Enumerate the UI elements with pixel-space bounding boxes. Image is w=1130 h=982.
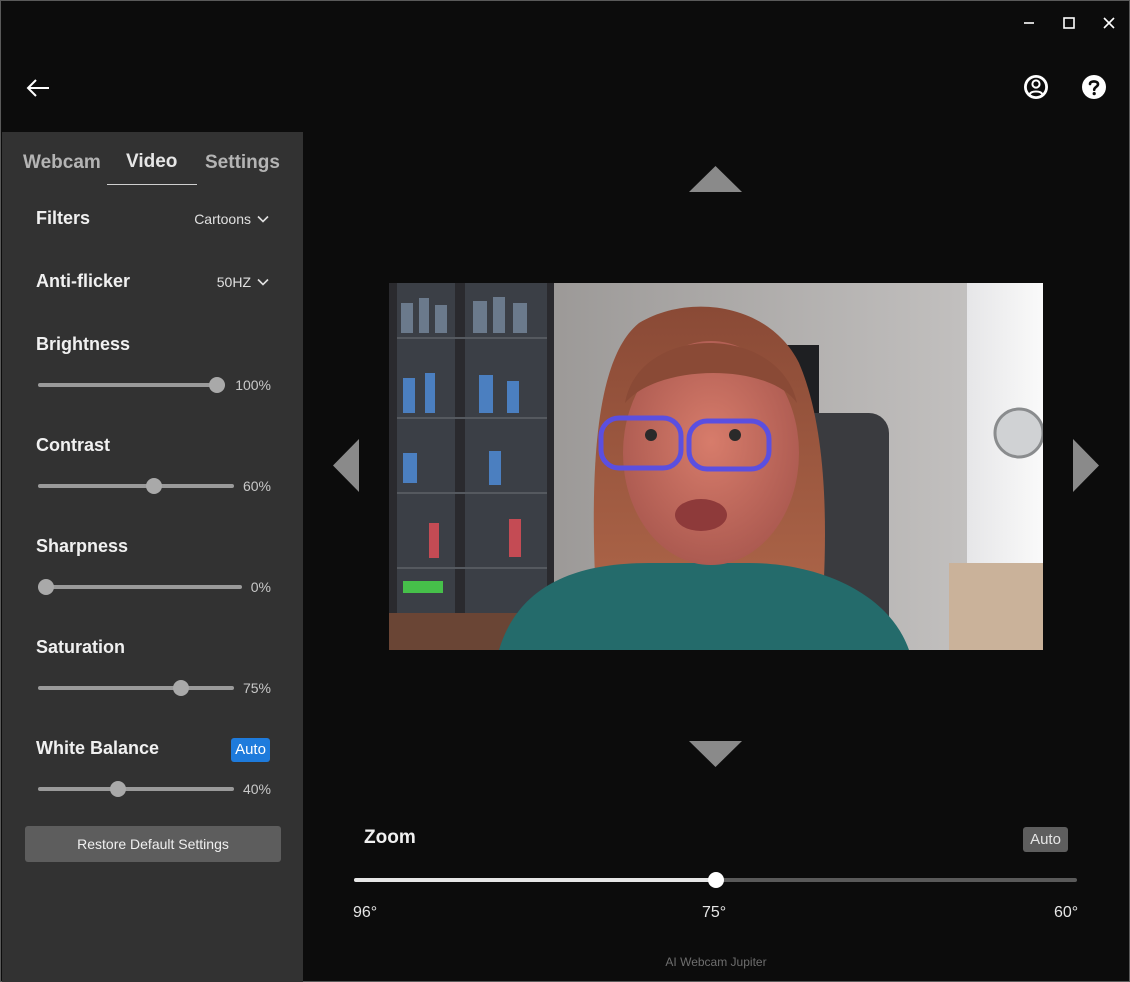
slider-thumb[interactable] <box>110 781 126 797</box>
anti-flicker-dropdown[interactable]: 50HZ <box>217 274 269 290</box>
close-button[interactable] <box>1097 11 1121 35</box>
anti-flicker-label: Anti-flicker <box>36 271 131 291</box>
pan-left-button[interactable] <box>333 439 359 497</box>
sharpness-slider[interactable] <box>38 579 242 595</box>
chevron-down-icon <box>257 278 269 286</box>
slider-track <box>38 484 234 488</box>
zoom-tick-mid: 75° <box>702 904 727 921</box>
zoom-tick-wide: 96° <box>353 904 378 921</box>
account-button[interactable] <box>1022 73 1050 101</box>
zoom-tick-narrow: 60° <box>1054 904 1079 921</box>
contrast-slider[interactable] <box>38 478 234 494</box>
back-button[interactable] <box>23 75 53 101</box>
tab-video[interactable]: Video <box>126 151 177 173</box>
white-balance-value: 40% <box>242 781 271 797</box>
saturation-label: Saturation <box>36 637 126 657</box>
maximize-button[interactable] <box>1057 11 1081 35</box>
tab-bar: Webcam Video Settings <box>2 148 303 188</box>
slider-thumb[interactable] <box>146 478 162 494</box>
slider-track <box>38 383 225 387</box>
contrast-label: Contrast <box>36 435 111 455</box>
triangle-up-icon <box>689 166 742 192</box>
app-footer-name: AI Webcam Jupiter <box>665 955 767 969</box>
help-button[interactable] <box>1080 73 1108 101</box>
zoom-label: Zoom <box>364 827 416 848</box>
slider-track <box>38 787 234 791</box>
pan-right-button[interactable] <box>1073 439 1099 497</box>
minimize-icon <box>1024 22 1034 24</box>
saturation-slider[interactable] <box>38 680 234 696</box>
anti-flicker-value: 50HZ <box>216 274 251 290</box>
app-window: Webcam Video Settings Filters Cartoons A… <box>0 0 1130 982</box>
contrast-value: 60% <box>242 478 271 494</box>
question-icon <box>1082 75 1106 99</box>
filters-value: Cartoons <box>194 211 251 227</box>
pan-up-button[interactable] <box>689 166 742 197</box>
slider-thumb[interactable] <box>38 579 54 595</box>
maximize-icon <box>1063 17 1075 29</box>
minimize-button[interactable] <box>1017 11 1041 35</box>
webcam-preview-image <box>389 283 1043 650</box>
triangle-down-icon <box>689 741 742 767</box>
pan-down-button[interactable] <box>689 741 742 772</box>
brightness-value: 100% <box>235 377 271 393</box>
triangle-left-icon <box>333 439 359 492</box>
account-icon <box>1024 75 1048 99</box>
arrow-left-icon <box>26 79 49 97</box>
sharpness-label: Sharpness <box>36 536 129 556</box>
zoom-slider[interactable] <box>354 871 1077 889</box>
zoom-auto-button[interactable]: Auto <box>1023 827 1068 852</box>
saturation-value: 75% <box>242 680 271 696</box>
slider-thumb[interactable] <box>173 680 189 696</box>
webcam-preview <box>389 283 1043 650</box>
sharpness-value: 0% <box>250 579 271 595</box>
zoom-slider-thumb[interactable] <box>707 872 724 888</box>
filters-dropdown[interactable]: Cartoons <box>194 211 269 227</box>
close-icon <box>1103 17 1115 29</box>
white-balance-label: White Balance <box>36 738 160 758</box>
slider-thumb[interactable] <box>209 377 225 393</box>
zoom-slider-fill <box>354 878 716 882</box>
restore-default-settings-button[interactable]: Restore Default Settings <box>25 826 281 862</box>
tab-webcam[interactable]: Webcam <box>23 152 101 174</box>
brightness-label: Brightness <box>36 334 131 354</box>
white-balance-auto-button[interactable]: Auto <box>231 738 270 762</box>
chevron-down-icon <box>257 215 269 223</box>
active-tab-indicator <box>107 184 197 185</box>
triangle-right-icon <box>1073 439 1099 492</box>
slider-track <box>38 686 234 690</box>
white-balance-slider[interactable] <box>38 781 234 797</box>
filters-label: Filters <box>36 208 91 228</box>
brightness-slider[interactable] <box>38 377 225 393</box>
slider-track <box>38 585 242 589</box>
settings-sidebar: Webcam Video Settings Filters Cartoons A… <box>2 132 303 982</box>
tab-settings[interactable]: Settings <box>205 152 280 174</box>
